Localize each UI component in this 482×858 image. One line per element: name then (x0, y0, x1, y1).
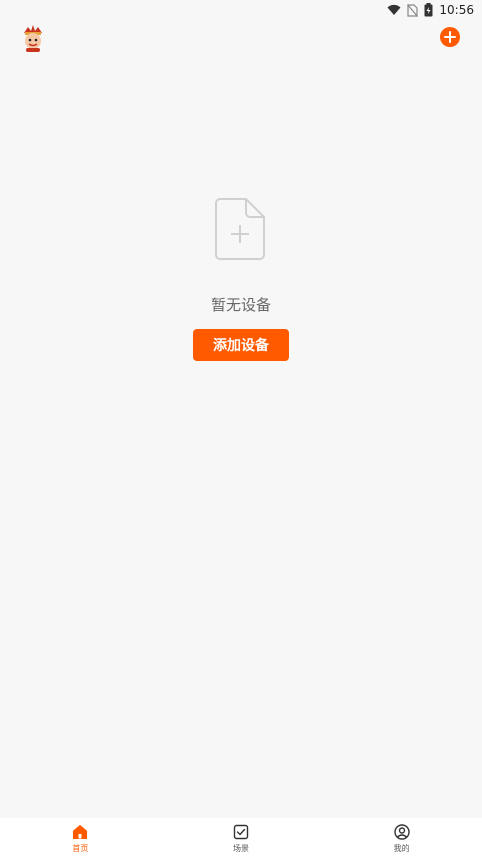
wifi-icon (387, 4, 401, 15)
nav-item-mine[interactable]: 我的 (321, 818, 482, 858)
check-square-icon (233, 824, 249, 840)
plus-circle-icon (444, 31, 456, 43)
nav-label-home: 首页 (72, 844, 89, 853)
status-time: 10:56 (439, 3, 474, 17)
status-bar: 10:56 (0, 0, 482, 20)
nav-label-mine: 我的 (393, 844, 410, 853)
nav-item-home[interactable]: 首页 (0, 818, 161, 858)
empty-state-message: 暂无设备 (210, 296, 271, 314)
add-device-button[interactable]: 添加设备 (193, 329, 289, 361)
nav-item-scene[interactable]: 场景 (161, 818, 322, 858)
add-device-top-button[interactable] (440, 27, 460, 47)
mascot-logo-icon (20, 24, 46, 52)
user-circle-icon (393, 824, 410, 840)
no-sim-icon (407, 3, 419, 17)
nav-label-scene: 场景 (233, 844, 249, 853)
battery-charging-icon (424, 3, 433, 17)
document-plus-icon (214, 197, 266, 261)
bottom-nav: 首页 场景 我的 (0, 818, 482, 858)
home-icon (73, 825, 88, 839)
